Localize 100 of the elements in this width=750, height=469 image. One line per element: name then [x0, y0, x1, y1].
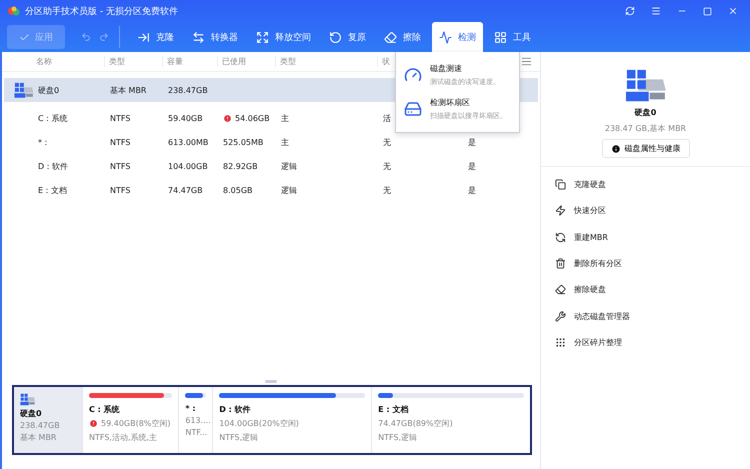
toolbar-tab[interactable]: 复原 — [322, 22, 373, 52]
ssd-icon — [14, 82, 34, 98]
lightning-icon — [555, 205, 566, 216]
partition-name: D : 软件 — [219, 404, 252, 415]
close-icon[interactable] — [728, 6, 738, 16]
table-cell-text: 613.00MB — [167, 138, 210, 146]
column-header: 类型 — [104, 56, 162, 67]
action-item[interactable]: 分区碎片整理 — [541, 330, 750, 356]
table-cell: 82.92GB — [223, 162, 258, 170]
toolbar-tab[interactable]: 转换器 — [185, 22, 245, 52]
table-cell-text: 104.00GB — [167, 162, 209, 170]
eraser-icon — [384, 30, 397, 44]
grid-icon — [494, 30, 507, 44]
window-title: 分区助手技术员版 - 无损分区免费软件 — [25, 6, 179, 18]
action-item[interactable]: 删除所有分区 — [541, 250, 750, 277]
disk-size: 238.47GB — [20, 420, 61, 430]
table-cell-text: NTFS — [109, 138, 132, 146]
toolbar-tab[interactable]: 擦除 — [377, 22, 428, 52]
swap-icon — [192, 30, 205, 44]
table-cell-text: 逻辑 — [280, 184, 298, 196]
table-cell-text: C : 系统 — [37, 112, 68, 124]
column-header: 类型 — [275, 56, 377, 67]
partition-name: * : — [185, 404, 197, 413]
warning-icon — [223, 114, 232, 122]
partition-detail: NTFS,逻辑 — [219, 432, 260, 443]
gauge-icon — [404, 66, 422, 84]
table-cell-text: NTFS — [109, 186, 132, 194]
table-cell: 8.05GB — [223, 186, 252, 194]
table-cell-text: 逻辑 — [280, 160, 298, 172]
table-cell-text: E : 文档 — [37, 184, 68, 196]
partition-name: E : 文档 — [378, 404, 410, 415]
health-button[interactable]: 磁盘属性与健康 — [602, 139, 690, 158]
arrow-icon — [137, 30, 150, 44]
refresh-icon[interactable] — [625, 6, 635, 16]
expand-icon — [256, 30, 269, 44]
ssd-icon — [624, 68, 666, 102]
table-cell: 无 — [383, 184, 391, 196]
column-header: 容量 — [162, 56, 217, 67]
table-cell: 无 — [383, 136, 391, 148]
app-logo-icon — [8, 6, 20, 16]
table-cell-text: 基本 MBR — [109, 84, 148, 96]
table-cell: 无 — [383, 160, 391, 172]
table-cell-text: 74.47GB — [167, 186, 204, 194]
partition-card[interactable]: E : 文档 74.47GB(89%空闲) NTFS,逻辑 — [371, 387, 530, 453]
pulse-icon — [439, 30, 452, 44]
disk-name: 硬盘0 — [634, 107, 656, 118]
wrench-icon — [555, 310, 566, 322]
disk-card[interactable]: 硬盘0 238.47GB 基本 MBR — [14, 387, 82, 453]
info-icon — [610, 144, 620, 154]
partition-detail: NTFS,活动,系统,主 — [89, 432, 158, 443]
disk-info: 238.47 GB,基本 MBR — [604, 123, 686, 134]
table-cell-text: D : 软件 — [37, 160, 69, 172]
toolbar-tab[interactable]: 克隆 — [130, 22, 181, 52]
check-icon — [19, 32, 30, 42]
partition-info: 59.40GB(8%空闲) — [101, 418, 171, 429]
rebuild-icon — [555, 232, 566, 243]
menu-icon[interactable] — [521, 56, 532, 67]
partition-info: 613.... — [185, 416, 211, 425]
partition-card[interactable]: C : 系统 59.40GB(8%空闲) NTFS,活动,系统,主 — [82, 387, 178, 453]
table-cell-text: 硬盘0 — [37, 84, 60, 96]
table-cell-text: NTFS — [109, 114, 132, 122]
dots-icon — [555, 337, 566, 348]
table-cell-text: NTFS — [109, 162, 132, 170]
menu-icon[interactable] — [651, 6, 661, 16]
trash-icon — [555, 258, 566, 270]
restore-icon — [329, 30, 342, 44]
toolbar-tab[interactable]: 工具 — [487, 22, 538, 52]
table-cell-text: 是 — [467, 184, 477, 196]
partition-card[interactable]: * : 613.... NTF... — [178, 387, 212, 453]
table-cell: 54.06GB — [235, 114, 270, 122]
disk-name: 硬盘0 — [20, 408, 43, 419]
action-item[interactable]: 快速分区 — [541, 198, 750, 224]
action-item[interactable]: 擦除硬盘 — [541, 276, 750, 304]
maximize-icon[interactable] — [703, 6, 712, 16]
table-cell: 525.05MB — [223, 138, 264, 146]
partition-detail: NTF... — [185, 428, 206, 437]
column-header: 已使用 — [217, 56, 275, 67]
table-cell: 活 — [383, 112, 391, 124]
table-cell-text: 是 — [467, 160, 477, 172]
action-item[interactable]: 动态磁盘管理器 — [541, 303, 750, 330]
table-cell-text: * : — [37, 138, 48, 146]
partition-name: C : 系统 — [89, 404, 121, 415]
table-cell-text: 是 — [467, 136, 477, 148]
toolbar-tab[interactable]: 释放空间 — [249, 22, 318, 52]
partition-detail: NTFS,逻辑 — [378, 432, 418, 443]
table-cell-text: 59.40GB — [167, 114, 204, 122]
warning-icon — [89, 419, 98, 428]
disk-type: 基本 MBR — [20, 432, 58, 443]
table-cell-text: 主 — [280, 112, 290, 124]
table-cell-text: 238.47GB — [167, 86, 209, 94]
eraser-icon — [555, 284, 566, 296]
partition-card[interactable]: D : 软件 104.00GB(20%空闲) NTFS,逻辑 — [212, 387, 372, 453]
action-item[interactable]: 克隆硬盘 — [541, 171, 750, 198]
partition-info: 74.47GB(89%空闲) — [378, 418, 453, 429]
table-cell-text: 主 — [280, 136, 290, 148]
ssd-icon — [20, 393, 36, 406]
partition-info: 104.00GB(20%空闲) — [219, 418, 299, 429]
action-item[interactable]: 重建MBR — [541, 224, 750, 250]
drive-icon — [404, 100, 422, 118]
toolbar-tab[interactable]: 检测 — [432, 22, 483, 52]
